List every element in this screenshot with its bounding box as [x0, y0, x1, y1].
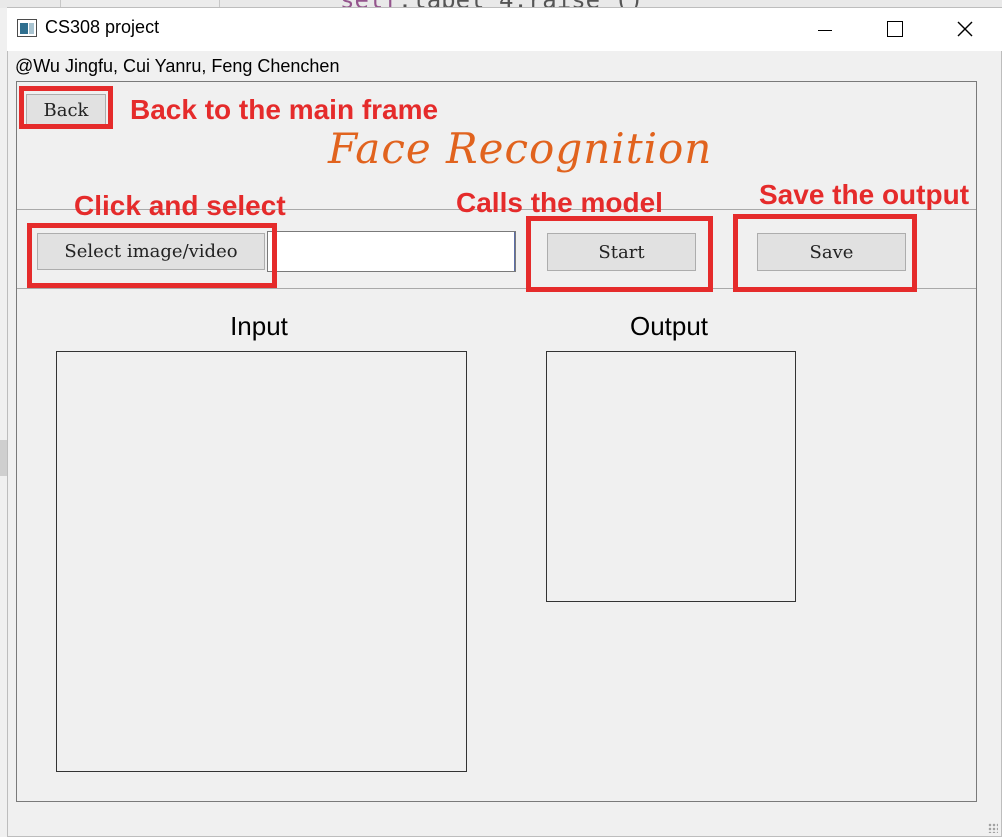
input-image-panel	[56, 351, 467, 772]
close-icon	[957, 21, 973, 37]
minimize-icon	[818, 29, 832, 31]
back-annotation-box	[19, 86, 113, 129]
app-icon	[17, 19, 37, 37]
file-path-input[interactable]	[267, 231, 516, 272]
minimize-button[interactable]	[790, 8, 860, 50]
output-image-panel	[546, 351, 796, 602]
background-scrollbar	[0, 440, 7, 476]
output-label: Output	[629, 311, 709, 341]
back-annotation-text: Back to the main frame	[130, 94, 439, 125]
resize-grip[interactable]	[988, 823, 998, 833]
save-annotation-text: Save the output	[759, 179, 970, 210]
select-annotation-text: Click and select	[74, 190, 286, 221]
close-button[interactable]	[930, 8, 1000, 50]
select-annotation-box	[27, 223, 277, 288]
save-annotation-box	[733, 214, 917, 292]
maximize-button[interactable]	[860, 8, 930, 50]
authors-label: @Wu Jingfu, Cui Yanru, Feng Chenchen	[15, 56, 340, 76]
maximize-icon	[887, 21, 903, 37]
page-title: Face Recognition	[328, 124, 713, 173]
start-annotation-text: Calls the model	[456, 187, 663, 218]
window-title: CS308 project	[45, 17, 160, 37]
input-label: Input	[230, 311, 288, 341]
start-annotation-box	[526, 216, 713, 292]
